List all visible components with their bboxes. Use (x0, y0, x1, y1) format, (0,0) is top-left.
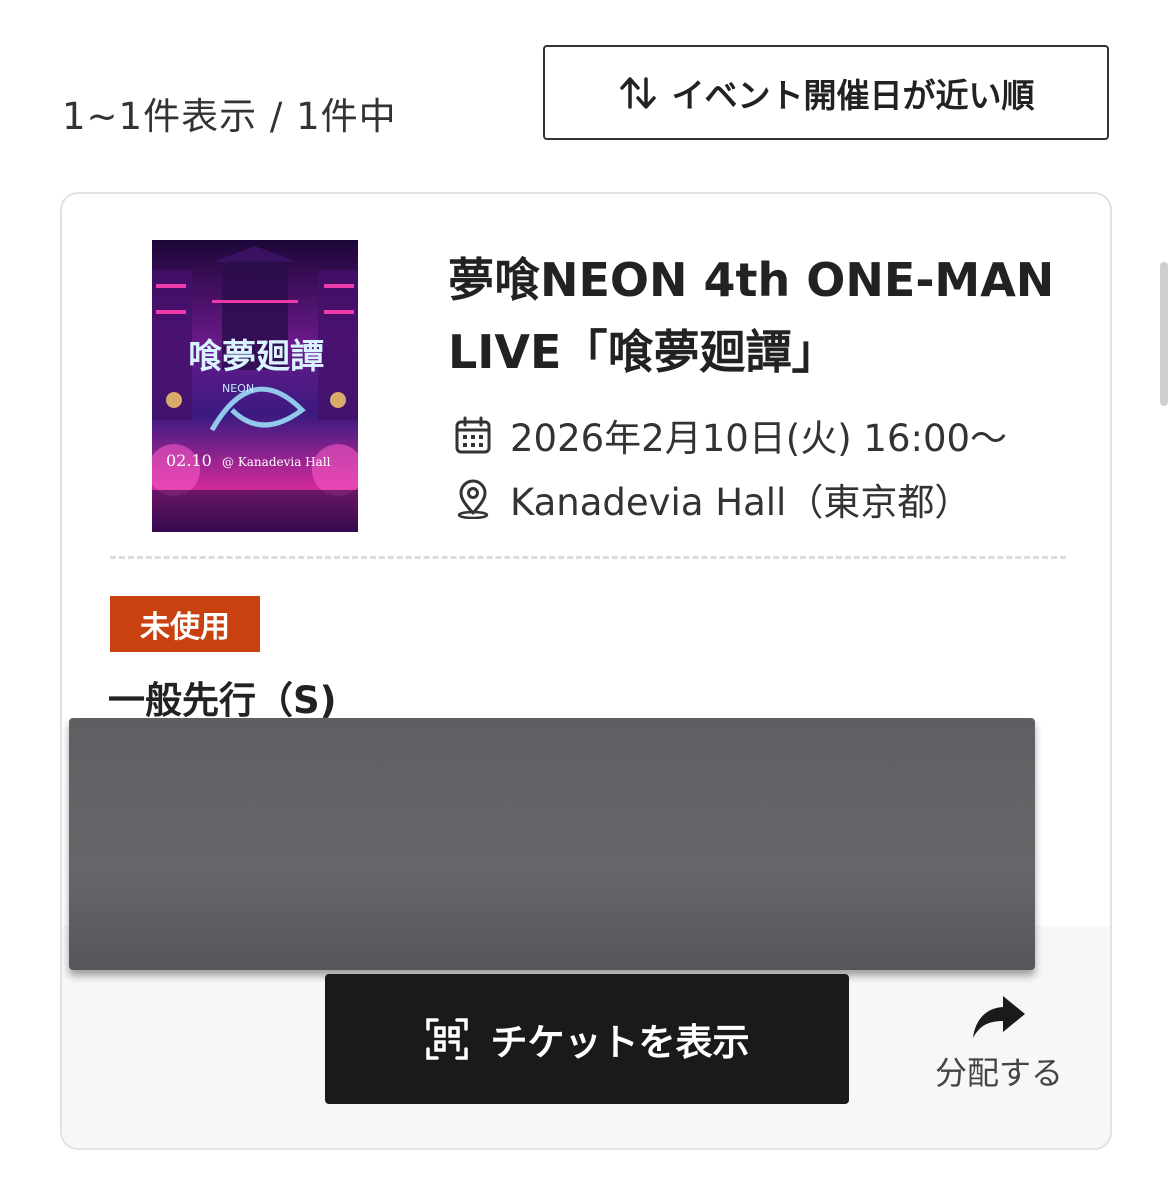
poster-band: NEON (222, 382, 254, 395)
card-divider (110, 556, 1066, 559)
status-badge: 未使用 (110, 596, 260, 652)
event-venue-row: Kanadevia Hall（東京都） (454, 472, 971, 526)
redaction-overlay (69, 718, 1035, 970)
results-count: 1~1件表示 / 1件中 (62, 95, 397, 138)
poster-title: 喰夢廻譚 (188, 337, 324, 377)
share-label: 分配する (934, 1054, 1063, 1092)
show-ticket-label: チケットを表示 (490, 1021, 750, 1064)
share-button[interactable]: 分配する (924, 994, 1074, 1094)
share-arrow-icon (973, 996, 1025, 1038)
scrollbar[interactable] (1160, 262, 1168, 406)
event-date-row: 2026年2月10日(火) 16:00～ (454, 408, 1007, 462)
event-venue: Kanadevia Hall（東京都） (510, 481, 972, 524)
qr-code-icon (425, 1018, 468, 1060)
ticket-type: 一般先行（S) (108, 679, 337, 722)
ticket-card: 喰夢廻譚 NEON 02.10 @ Kanadevia Hall 夢喰NEON … (60, 192, 1112, 1150)
calendar-icon (455, 416, 491, 454)
sort-button[interactable]: イベント開催日が近い順 (543, 45, 1109, 140)
event-poster[interactable]: 喰夢廻譚 NEON 02.10 @ Kanadevia Hall (152, 240, 358, 532)
event-datetime: 2026年2月10日(火) 16:00～ (510, 417, 1008, 460)
event-title[interactable]: 夢喰NEON 4th ONE-MAN LIVE「喰夢廻譚」 (448, 244, 1088, 388)
poster-venue: @ Kanadevia Hall (222, 455, 331, 469)
location-pin-icon (457, 479, 489, 519)
poster-date: 02.10 (166, 451, 212, 470)
sort-arrows-icon (619, 76, 656, 109)
show-ticket-button[interactable]: チケットを表示 (325, 974, 849, 1104)
sort-label: イベント開催日が近い順 (671, 75, 1035, 115)
